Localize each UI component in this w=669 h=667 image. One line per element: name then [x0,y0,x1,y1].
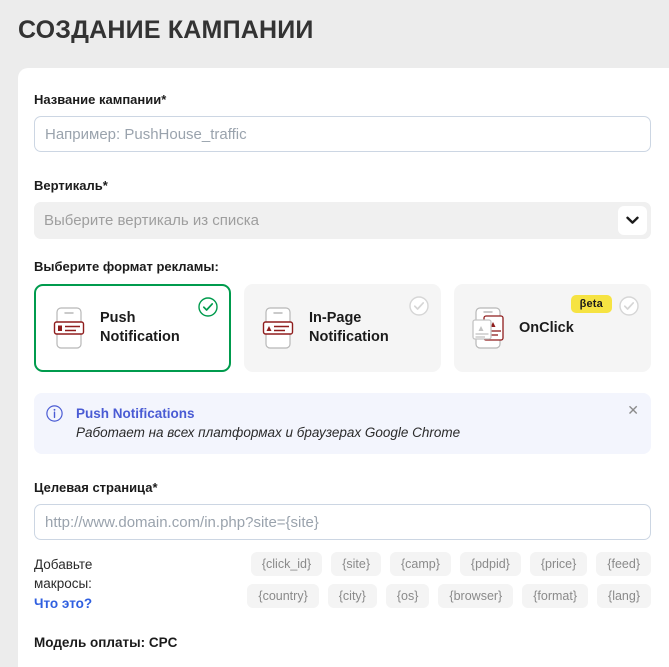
macros-prompt: Добавьте макросы: Что это? [34,552,184,613]
vertical-select-value[interactable]: Выберите вертикаль из списка [34,202,651,239]
macros-help-link[interactable]: Что это? [34,596,92,611]
macro-chip[interactable]: {format} [522,584,589,608]
campaign-name-label: Название кампании* [34,92,167,107]
info-banner-text: Работает на всех платформах и браузерах … [76,425,461,440]
ad-format-options: Push Notification In-Page Notification O… [34,284,665,372]
check-circle-icon[interactable] [409,296,429,316]
campaign-form-card: Название кампании* Вертикаль* Выберите в… [18,68,669,667]
macros-chip-list: {click_id} {site} {camp} {pdpid} {price} {fee… [184,552,651,613]
macro-chip[interactable]: {city} [327,584,377,608]
format-label: In-Page Notification [309,310,389,345]
macro-chip[interactable]: {camp} [390,552,451,576]
macros-prompt-line1: Добавьте [34,557,93,572]
landing-page-input[interactable] [34,504,651,540]
page-title: СОЗДАНИЕ КАМПАНИИ [18,16,314,44]
format-label: OnClick [519,319,574,336]
beta-badge: βeta [570,295,612,313]
info-circle-icon [46,405,63,422]
vertical-label: Вертикаль* [34,178,108,193]
landing-page-label: Целевая страница* [34,480,158,495]
format-label: Push Notification [100,310,180,345]
macros-prompt-line2: макросы: [34,575,92,591]
macro-chip[interactable]: {click_id} [250,552,323,576]
info-banner-title: Push Notifications [76,406,195,421]
macro-chip[interactable]: {country} [247,584,319,608]
format-section-label: Выберите формат рекламы: [34,259,219,274]
macro-chip[interactable]: {lang} [597,584,651,608]
format-card-onclick[interactable]: OnClick βeta [454,284,651,372]
macro-chip[interactable]: {os} [385,584,430,608]
chevron-down-icon[interactable] [618,206,647,235]
campaign-name-input[interactable] [34,116,651,152]
vertical-select[interactable]: Выберите вертикаль из списка [34,202,651,239]
info-banner: Push Notifications Работает на всех плат… [34,393,651,454]
macro-chip[interactable]: {site} [331,552,381,576]
macro-chip[interactable]: {price} [529,552,588,576]
push-notification-phone-icon [52,307,86,349]
onclick-phone-icon [471,307,505,349]
payment-model-label: Модель оплаты: CPC [34,635,178,651]
check-circle-icon[interactable] [198,297,218,317]
close-icon[interactable]: ✕ [627,402,639,419]
campaign-create-page: СОЗДАНИЕ КАМПАНИИ Название кампании* Вер… [0,0,669,667]
macro-chip[interactable]: {pdpid} [459,552,521,576]
macros-section: Добавьте макросы: Что это? {click_id} {si… [34,552,651,613]
check-circle-icon[interactable] [619,296,639,316]
format-card-in-page-notification[interactable]: In-Page Notification [244,284,441,372]
in-page-notification-phone-icon [261,307,295,349]
macro-chip[interactable]: {feed} [596,552,651,576]
macro-chip[interactable]: {browser} [438,584,514,608]
format-card-push-notification[interactable]: Push Notification [34,284,231,372]
